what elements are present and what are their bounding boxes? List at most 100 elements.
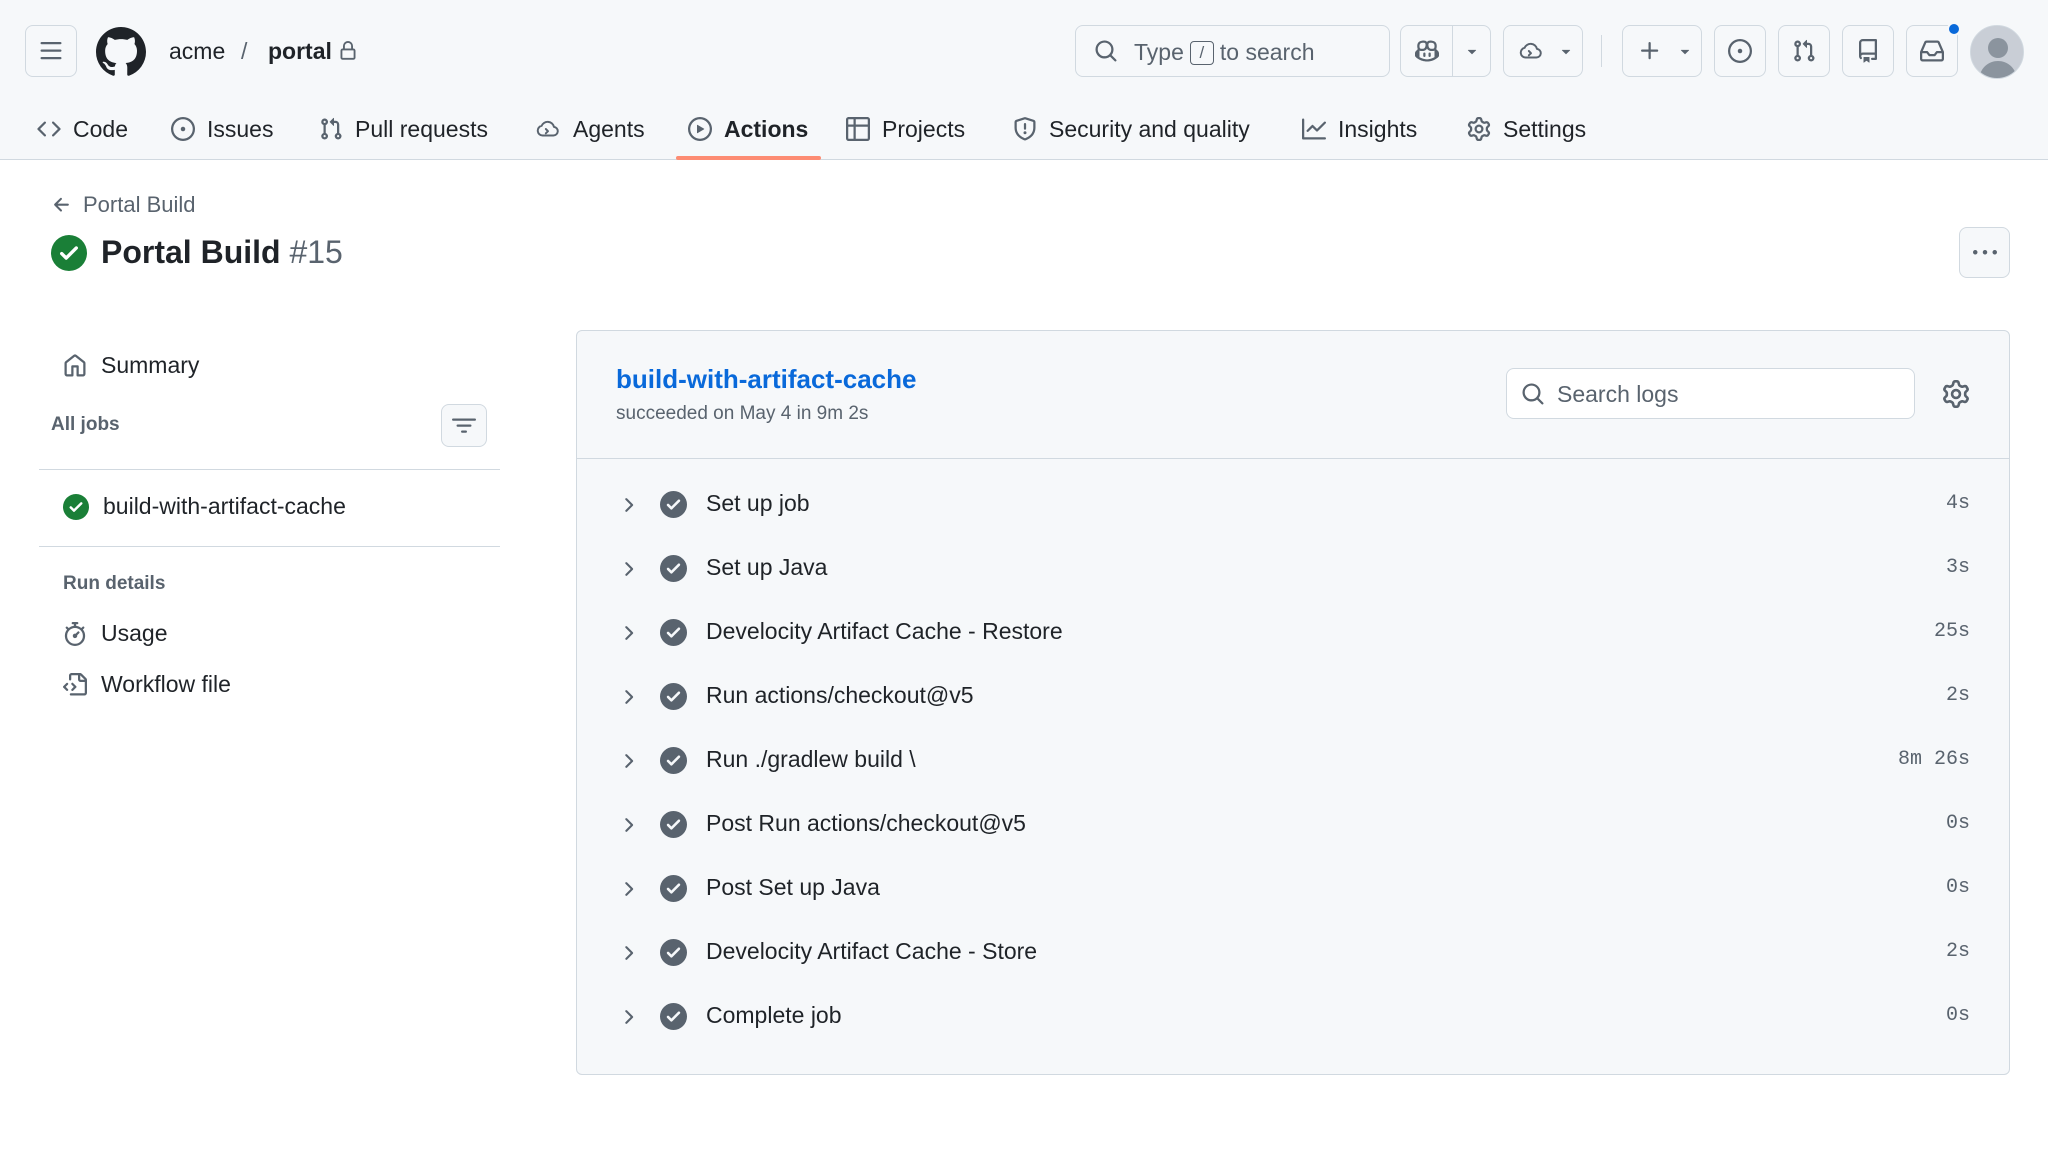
git-pull-request-icon — [1794, 39, 1815, 62]
sidebar-item-workflow-file[interactable]: Workflow file — [63, 671, 231, 698]
step-duration: 2s — [1945, 940, 1970, 963]
chevron-right-icon — [625, 754, 634, 768]
menu-button[interactable] — [25, 25, 77, 77]
workflow-file-label: Workflow file — [101, 671, 231, 697]
agents-button[interactable] — [1503, 25, 1583, 77]
chevron-right-icon — [625, 1010, 634, 1024]
job-status-text: succeeded on May 4 in 9m 2s — [616, 403, 869, 424]
create-new-button[interactable] — [1622, 25, 1702, 77]
step-duration: 0s — [1945, 812, 1970, 835]
copilot-icon — [1414, 40, 1439, 62]
chevron-right-icon — [625, 946, 634, 960]
search-icon — [1522, 383, 1544, 405]
check-circle-fill-icon — [660, 619, 687, 646]
header-divider — [1601, 35, 1602, 67]
tab-issues[interactable]: Issues — [171, 98, 273, 160]
run-title: Portal Build #15 — [51, 234, 343, 271]
tab-label: Security and quality — [1049, 115, 1250, 142]
step-duration: 0s — [1945, 876, 1970, 899]
file-code-icon — [63, 672, 87, 695]
tab-actions[interactable]: Actions — [688, 98, 808, 160]
run-title-text: Portal Build #15 — [101, 234, 343, 271]
tab-label: Code — [73, 115, 128, 142]
job-step[interactable]: Run ./gradlew build \ 8m 26s — [577, 737, 2009, 785]
search-icon — [1095, 40, 1117, 62]
filter-jobs-button[interactable] — [441, 404, 487, 447]
job-step[interactable]: Post Run actions/checkout@v5 0s — [577, 801, 2009, 849]
sidebar-divider — [39, 469, 500, 470]
copilot-menu-button[interactable] — [1452, 26, 1490, 76]
run-number: #15 — [289, 234, 343, 270]
code-icon — [37, 121, 61, 137]
step-duration: 8m 26s — [1897, 748, 1970, 771]
job-step[interactable]: Run actions/checkout@v5 2s — [577, 673, 2009, 721]
job-title[interactable]: build-with-artifact-cache — [616, 364, 916, 395]
breadcrumb-separator: / — [241, 38, 248, 64]
job-step[interactable]: Develocity Artifact Cache - Store 2s — [577, 929, 2009, 977]
sidebar-item-usage[interactable]: Usage — [63, 620, 167, 647]
global-search[interactable]: Type / to search — [1075, 25, 1390, 77]
sidebar-item-job[interactable]: build-with-artifact-cache — [63, 493, 346, 520]
breadcrumb-repo[interactable]: portal — [268, 36, 332, 66]
search-shortcut-key: / — [1189, 40, 1214, 65]
search-logs-field[interactable] — [1506, 368, 1915, 419]
check-circle-fill-icon — [51, 234, 87, 271]
table-icon — [846, 117, 870, 141]
github-logo-icon[interactable] — [96, 27, 146, 77]
check-circle-fill-icon — [660, 939, 687, 966]
back-to-workflow-link[interactable]: Portal Build — [51, 192, 196, 218]
step-duration: 3s — [1945, 556, 1970, 579]
your-issues-button[interactable] — [1714, 25, 1766, 77]
job-step[interactable]: Post Set up Java 0s — [577, 865, 2009, 913]
job-step[interactable]: Set up Java 3s — [577, 545, 2009, 593]
chevron-right-icon — [625, 626, 634, 640]
agent-icon — [536, 120, 559, 137]
job-step[interactable]: Develocity Artifact Cache - Restore 25s — [577, 609, 2009, 657]
search-logs-input[interactable] — [1557, 378, 1897, 410]
tab-label: Pull requests — [355, 115, 488, 142]
agents-cloud — [1504, 26, 1552, 76]
log-settings-button[interactable] — [1942, 380, 1970, 408]
copilot-button[interactable] — [1401, 26, 1452, 76]
play-icon — [688, 117, 712, 141]
issue-opened-icon — [1728, 39, 1752, 63]
gear-icon — [1467, 117, 1491, 141]
step-duration: 25s — [1933, 620, 1970, 643]
run-name: Portal Build — [101, 234, 281, 270]
search-hint-suffix: to search — [1219, 39, 1315, 65]
inbox-icon — [1920, 40, 1944, 62]
tab-settings[interactable]: Settings — [1467, 98, 1586, 160]
unread-indicator — [1947, 22, 1961, 36]
back-link-label: Portal Build — [83, 192, 196, 217]
tab-code[interactable]: Code — [37, 98, 128, 160]
agents-caret — [1552, 26, 1580, 76]
job-step[interactable]: Set up job 4s — [577, 481, 2009, 529]
job-log-panel: build-with-artifact-cache succeeded on M… — [576, 330, 2010, 1075]
avatar[interactable] — [1970, 25, 2024, 79]
more-options-button[interactable] — [1959, 227, 2010, 278]
job-step[interactable]: Complete job 0s — [577, 993, 2009, 1041]
tab-pull-requests[interactable]: Pull requests — [319, 98, 488, 160]
chevron-right-icon — [625, 498, 634, 512]
git-pull-request-icon — [321, 117, 342, 140]
step-name: Set up Java — [706, 554, 828, 580]
tab-label: Actions — [724, 115, 809, 142]
chevron-right-icon — [625, 690, 634, 704]
tab-projects[interactable]: Projects — [846, 98, 965, 160]
repositories-button[interactable] — [1842, 25, 1894, 77]
tab-agents[interactable]: Agents — [535, 98, 645, 160]
shield-icon — [1014, 117, 1036, 141]
breadcrumb-owner[interactable]: acme — [169, 36, 225, 66]
tab-label: Insights — [1338, 115, 1418, 142]
tab-security[interactable]: Security and quality — [1013, 98, 1250, 160]
triangle-down-icon — [1561, 49, 1571, 55]
step-duration: 4s — [1945, 492, 1970, 515]
triangle-down-icon — [1680, 49, 1690, 55]
step-name: Post Run actions/checkout@v5 — [706, 810, 1026, 836]
kebab-horizontal-icon — [1972, 249, 1997, 254]
sidebar-item-summary[interactable]: Summary — [63, 352, 199, 379]
tab-insights[interactable]: Insights — [1302, 98, 1417, 160]
app-header: acme / portal Type / to search Code Issu… — [0, 0, 2048, 160]
filter-icon — [452, 418, 476, 433]
your-pull-requests-button[interactable] — [1778, 25, 1830, 77]
